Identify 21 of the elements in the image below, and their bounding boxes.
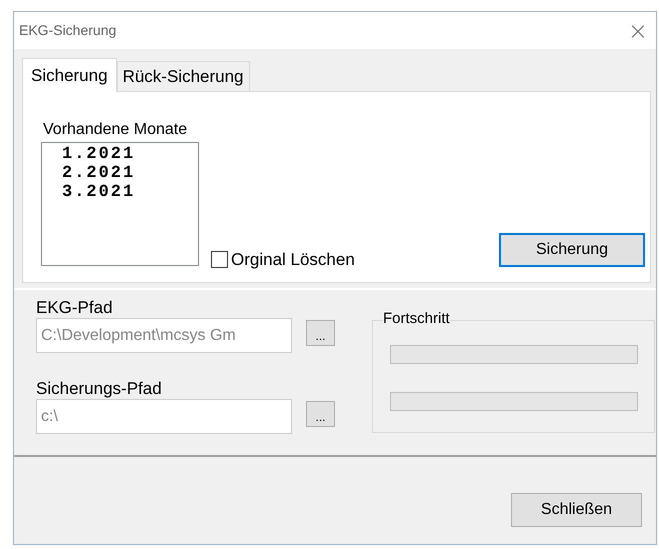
tab[interactable]: Rück-Sicherung — [116, 61, 250, 91]
path-field[interactable]: c:\ — [36, 399, 292, 434]
window-title: EKG-Sicherung — [19, 21, 116, 40]
browse-button[interactable]: ... — [306, 401, 335, 427]
path-label: Sicherungs-Pfad — [36, 379, 162, 399]
path-label: EKG-Pfad — [36, 298, 113, 318]
backup-button[interactable]: Sicherung — [499, 233, 645, 267]
month-item[interactable]: 2.2021 — [62, 164, 136, 183]
progress-group-title: Fortschritt — [383, 311, 450, 326]
tab[interactable]: Sicherung — [22, 58, 117, 92]
close-dialog-button[interactable]: Schließen — [511, 493, 642, 527]
months-label: Vorhandene Monate — [43, 120, 188, 140]
checkbox-icon[interactable] — [211, 251, 228, 268]
browse-button[interactable]: ... — [306, 320, 335, 346]
month-item[interactable]: 3.2021 — [62, 183, 136, 202]
close-button[interactable]: × — [628, 18, 648, 42]
month-item[interactable]: 1.2021 — [62, 145, 136, 164]
path-field[interactable]: C:\Development\mcsys Gm — [36, 318, 292, 353]
checkbox-label: Orginal Löschen — [231, 249, 355, 271]
delete-original-checkbox[interactable]: Orginal Löschen — [211, 247, 355, 272]
months-list[interactable]: 1.2021 2.2021 3.2021 — [41, 142, 199, 266]
